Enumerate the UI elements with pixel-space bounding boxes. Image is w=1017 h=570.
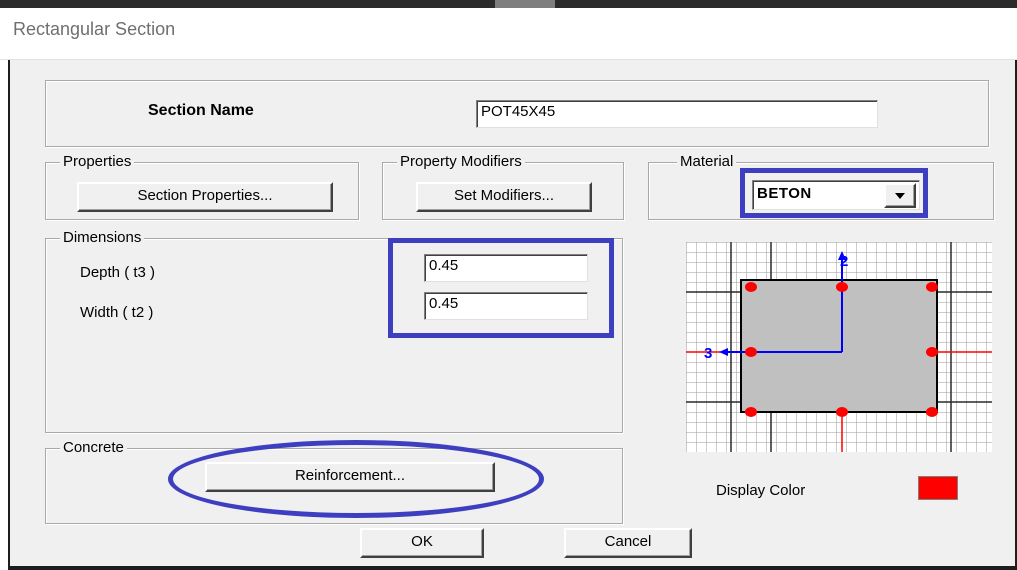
ok-button[interactable]: OK xyxy=(360,528,484,558)
section-name-field[interactable]: POT45X45 xyxy=(476,100,878,128)
set-modifiers-button[interactable]: Set Modifiers... xyxy=(416,182,592,212)
reinforcement-highlight-annotation xyxy=(168,440,544,518)
axis-2-label: 2 xyxy=(840,253,848,270)
material-group-label: Material xyxy=(677,153,737,171)
section-preview: 2 3 xyxy=(686,242,992,452)
section-outline xyxy=(740,279,938,413)
window-title: Rectangular Section xyxy=(13,19,176,39)
dialog-bottom-edge xyxy=(8,566,1017,570)
property-modifiers-group-label: Property Modifiers xyxy=(397,153,525,171)
rebar-dot xyxy=(745,407,757,417)
properties-group-label: Properties xyxy=(60,153,135,171)
rebar-dot xyxy=(926,347,938,357)
rebar-dot xyxy=(926,282,938,292)
concrete-group-label: Concrete xyxy=(60,439,127,457)
title-bar-top-edge-gap xyxy=(495,0,555,8)
dimensions-group-label: Dimensions xyxy=(60,229,145,247)
dimensions-highlight-annotation xyxy=(388,238,614,338)
width-label: Width ( t2 ) xyxy=(80,304,154,321)
rebar-dot xyxy=(926,407,938,417)
section-properties-button[interactable]: Section Properties... xyxy=(77,182,333,212)
rebar-dot xyxy=(836,282,848,292)
rebar-dot xyxy=(836,407,848,417)
depth-label: Depth ( t3 ) xyxy=(80,264,156,281)
display-color-swatch[interactable] xyxy=(918,476,958,500)
display-color-label: Display Color xyxy=(716,482,806,499)
axis-3-label: 3 xyxy=(704,345,712,362)
rebar-dot xyxy=(745,347,757,357)
section-name-label: Section Name xyxy=(148,102,254,119)
title-bar: Rectangular Section xyxy=(0,0,1017,60)
material-highlight-annotation xyxy=(740,168,928,218)
rebar-dot xyxy=(745,282,757,292)
cancel-button[interactable]: Cancel xyxy=(564,528,692,558)
